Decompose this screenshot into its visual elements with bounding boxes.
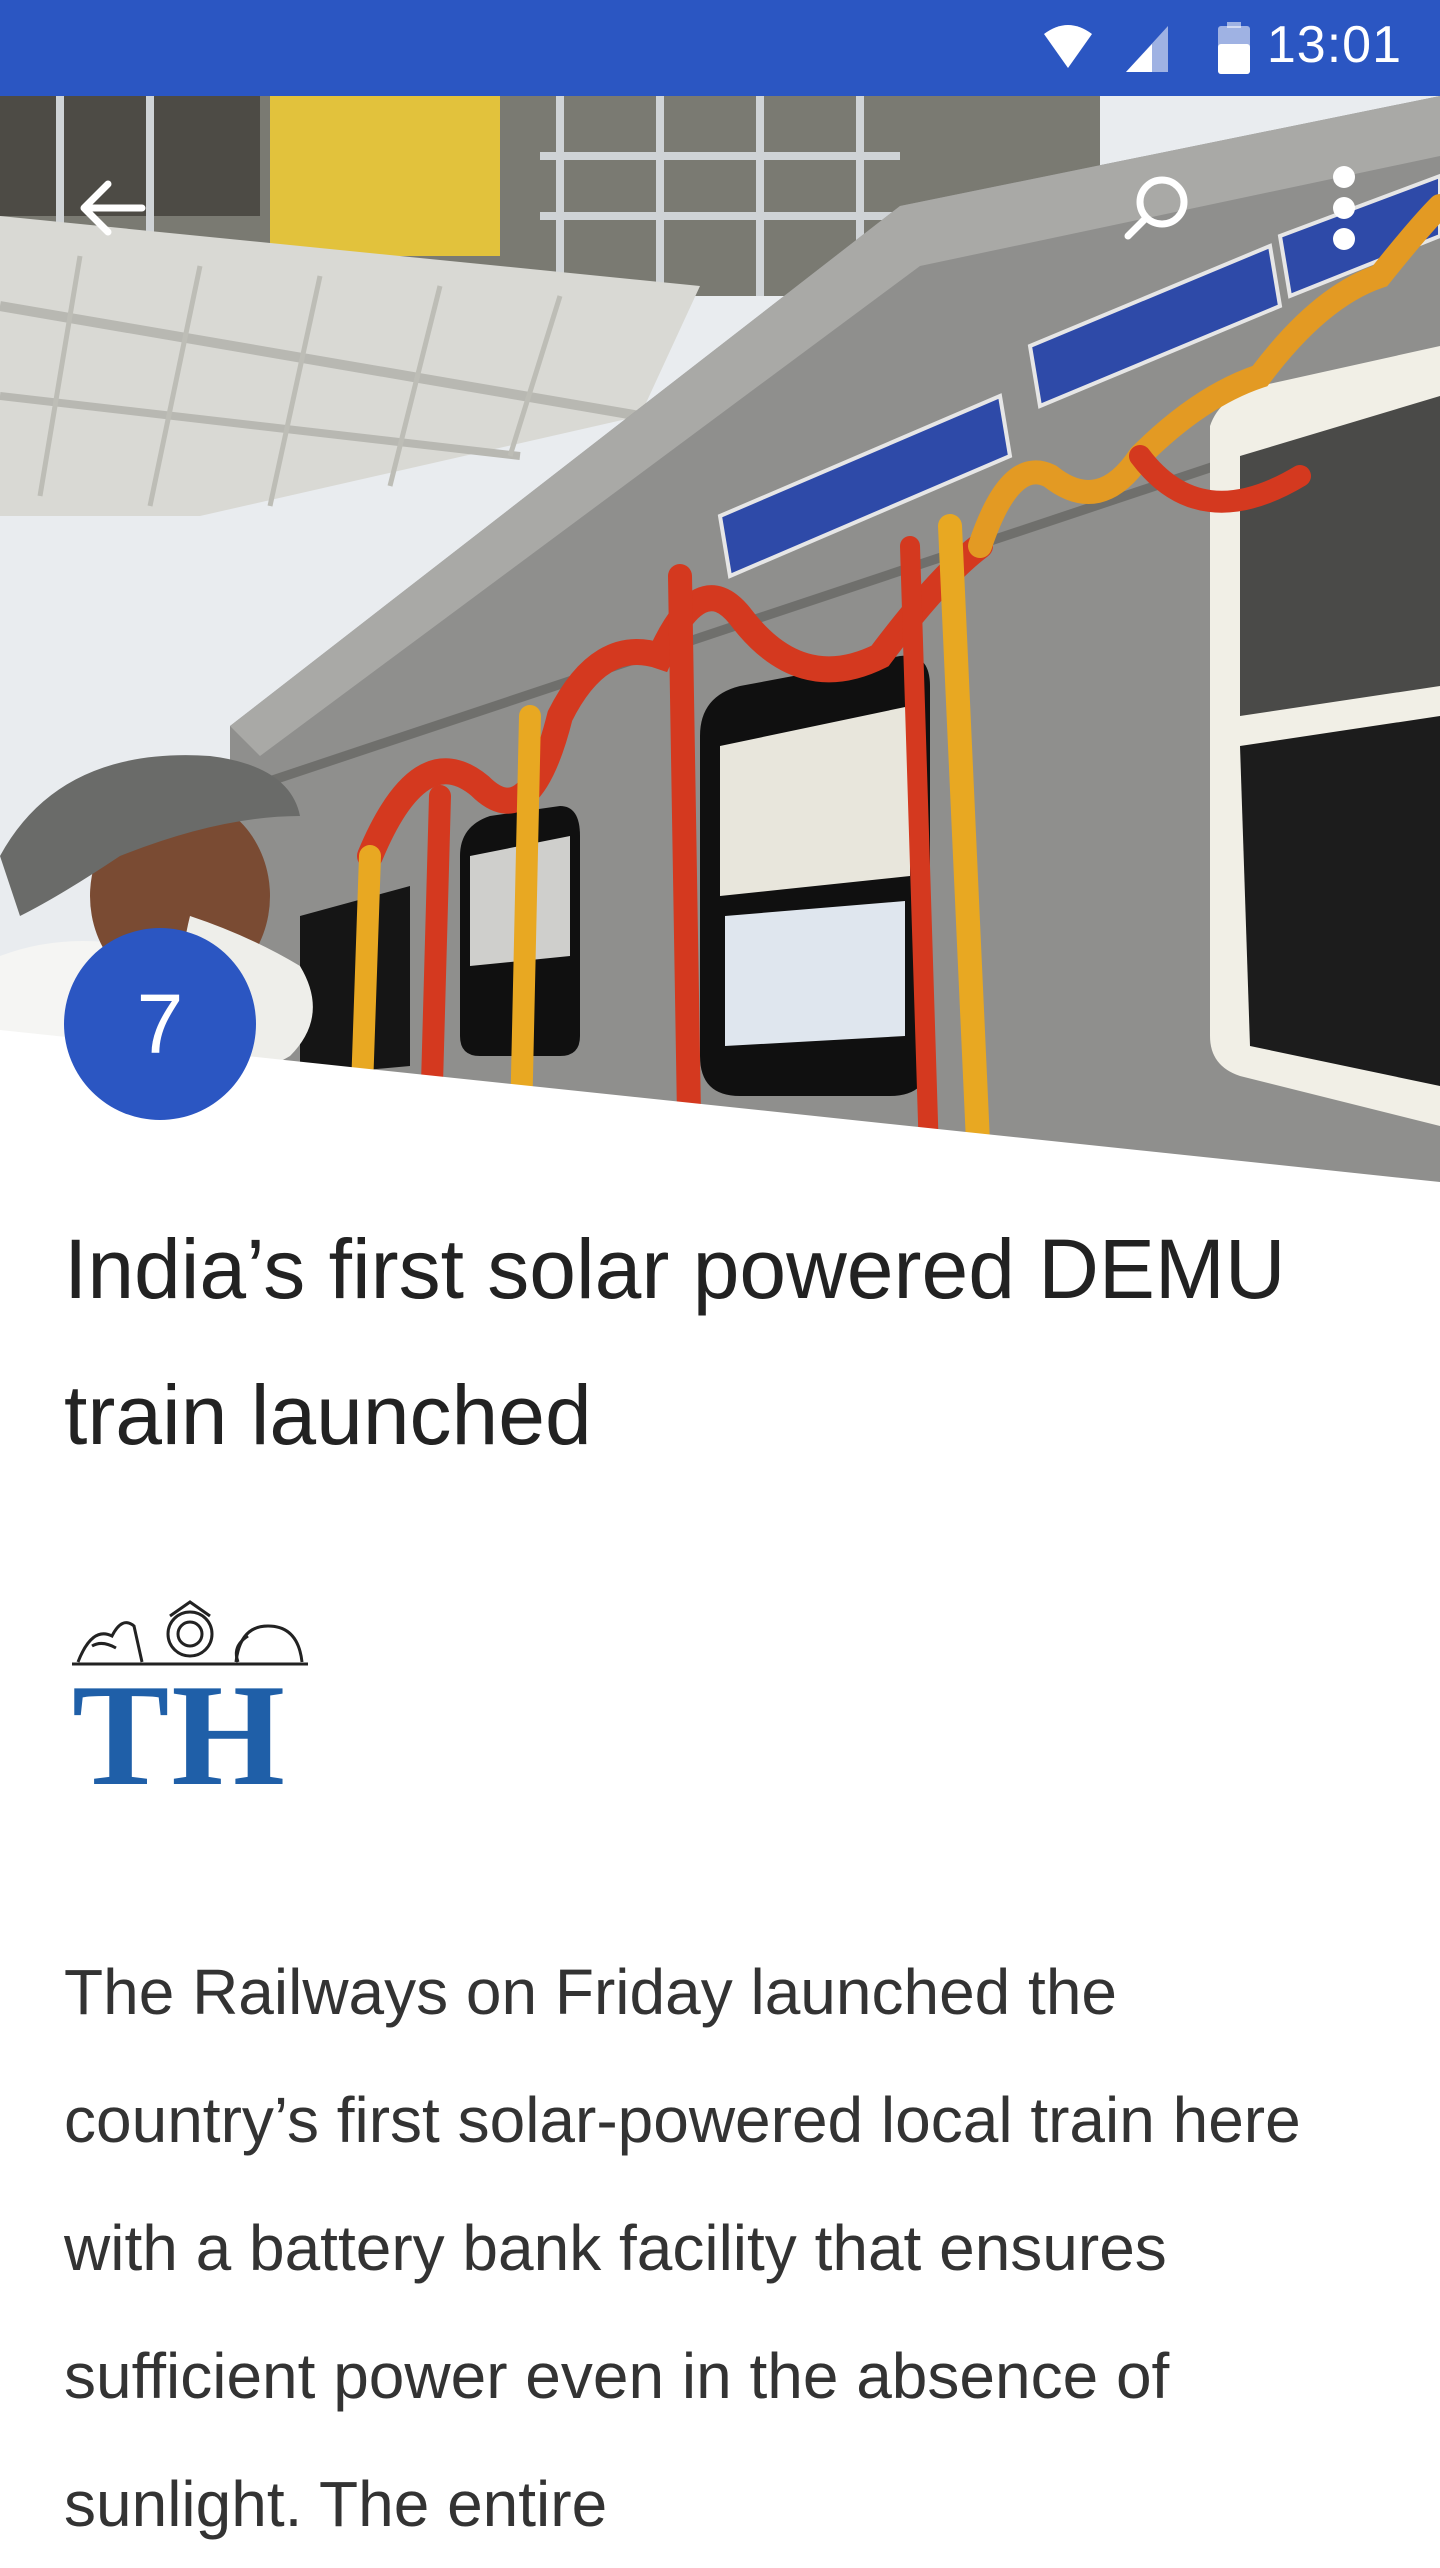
status-time: 13:01 xyxy=(1266,16,1402,74)
source-logo[interactable]: TH xyxy=(72,1596,312,1808)
search-button[interactable] xyxy=(1096,150,1216,270)
article-body: The Railways on Friday launched the coun… xyxy=(64,1956,1301,2540)
article-headline: India’s first solar powered DEMU train l… xyxy=(64,1222,1286,1462)
back-arrow-icon xyxy=(76,172,148,249)
source-logo-text: TH xyxy=(72,1654,287,1816)
status-bar: 13:01 xyxy=(0,0,1440,96)
back-button[interactable] xyxy=(52,150,172,270)
cell-signal-icon xyxy=(1124,20,1172,81)
search-icon xyxy=(1118,170,1194,251)
battery-icon xyxy=(1216,20,1252,81)
more-vert-icon xyxy=(1329,163,1359,258)
rank-badge: 7 xyxy=(64,928,256,1120)
wifi-icon xyxy=(1040,20,1096,81)
more-options-button[interactable] xyxy=(1284,150,1404,270)
